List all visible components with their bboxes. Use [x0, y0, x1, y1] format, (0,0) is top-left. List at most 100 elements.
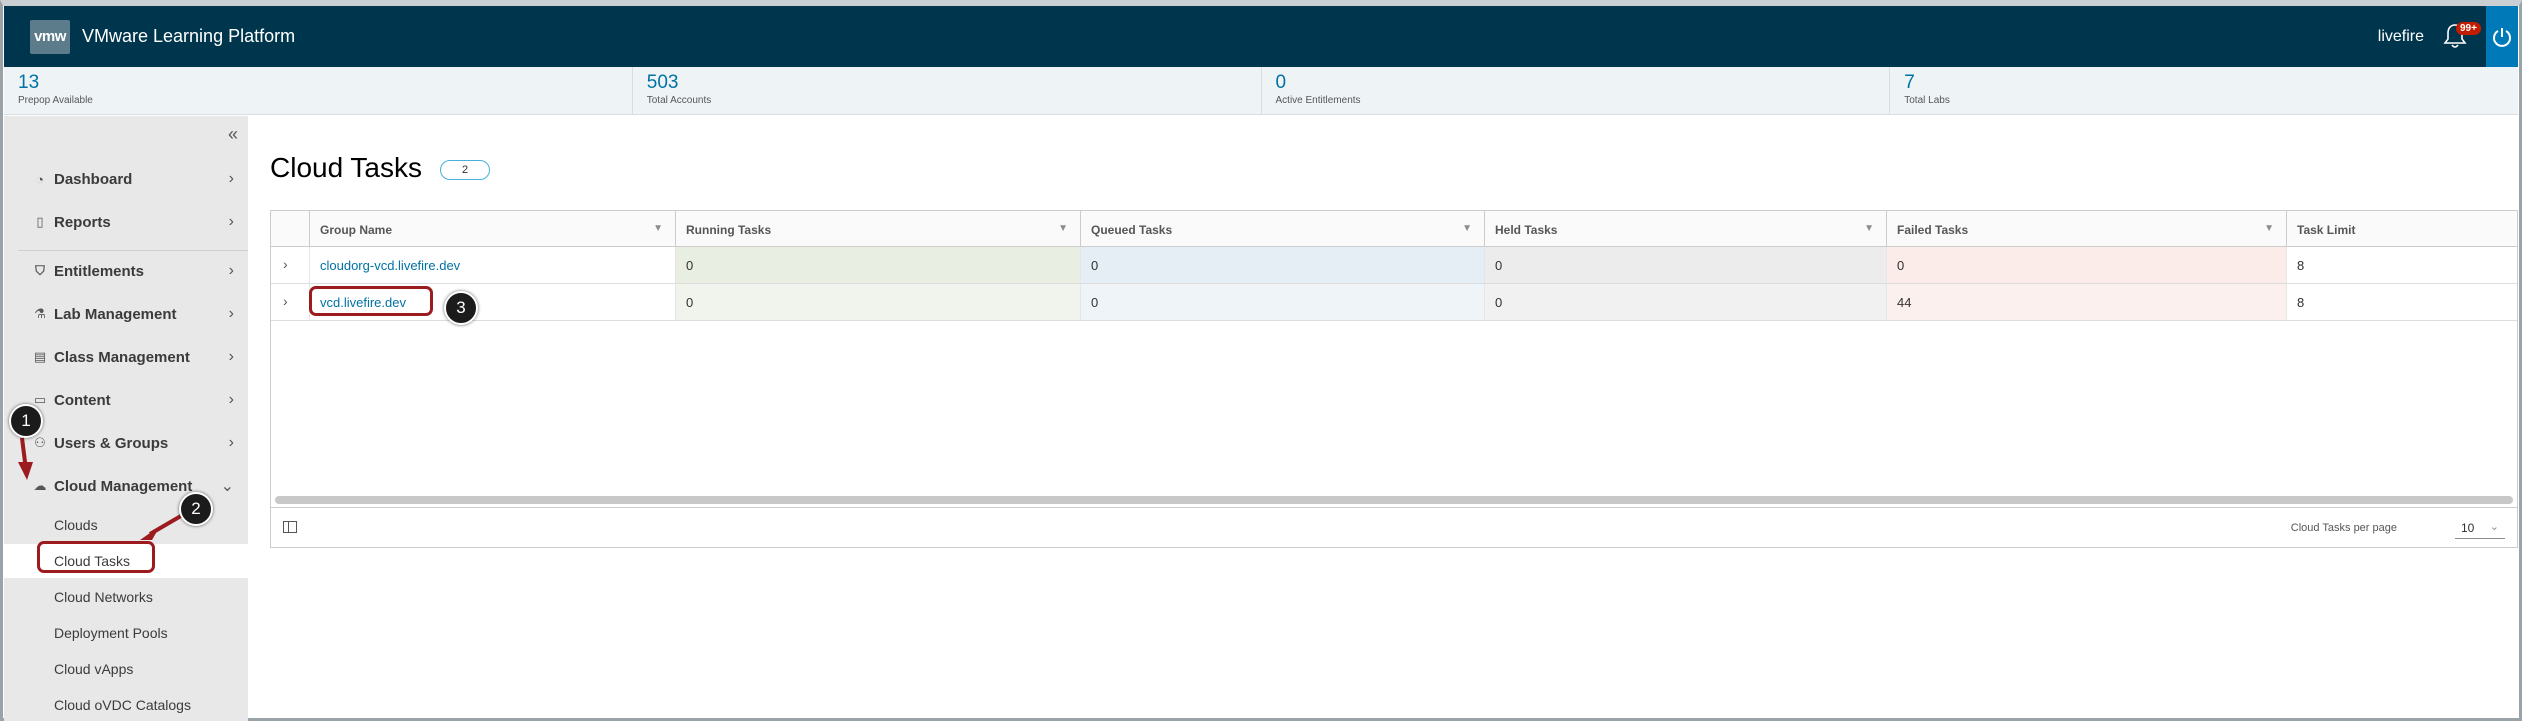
sidebar-item-label: Class Management	[54, 348, 190, 366]
running-tasks-cell: 0	[675, 284, 1080, 320]
column-header-held-tasks[interactable]: Held Tasks ▼	[1484, 211, 1886, 247]
per-page-value: 10	[2461, 521, 2475, 535]
count-badge: 2	[440, 160, 490, 180]
notifications-button[interactable]: 99+	[2442, 21, 2481, 52]
power-icon	[2493, 27, 2511, 47]
held-tasks-cell: 0	[1484, 284, 1886, 320]
sidebar-item-label: Reports	[54, 213, 111, 231]
sidebar-item-label: Lab Management	[54, 305, 177, 323]
sidebar-item-label: Entitlements	[54, 262, 145, 280]
document-icon: ▯	[36, 214, 44, 229]
column-header-group-name[interactable]: Group Name ▼	[309, 211, 675, 247]
stat-value: 503	[646, 72, 679, 93]
subitem-label: Deployment Pools	[54, 625, 168, 641]
row-expand-icon[interactable]: ›	[271, 247, 309, 283]
username[interactable]: livefire	[2378, 28, 2424, 46]
column-header-running-tasks[interactable]: Running Tasks ▼	[675, 211, 1080, 247]
clipboard-icon: ▤	[33, 349, 47, 364]
horizontal-scrollbar[interactable]	[275, 496, 2513, 504]
queued-tasks-cell: 0	[1080, 247, 1484, 283]
chevron-right-icon: ›	[228, 348, 234, 365]
sidebar-item-label: Content	[54, 391, 111, 409]
stat-label: Total Accounts	[646, 95, 712, 106]
shield-check-icon: ⛉	[35, 263, 45, 278]
column-label: Group Name	[320, 223, 393, 237]
main-content: Cloud Tasks 2 Group Name ▼ Running Tasks…	[270, 116, 2518, 721]
filter-icon[interactable]: ▼	[653, 223, 663, 234]
group-name-cell: cloudorg-vcd.livefire.dev	[309, 247, 675, 283]
power-button[interactable]	[2486, 6, 2518, 67]
cloud-tasks-datagrid: Group Name ▼ Running Tasks ▼ Queued Task…	[270, 210, 2518, 548]
stat-labs: 7 Total Labs	[1890, 67, 2518, 114]
sidebar-item-label: Dashboard	[54, 170, 133, 188]
held-tasks-cell: 0	[1484, 247, 1886, 283]
filter-icon[interactable]: ▼	[2264, 223, 2274, 234]
dashboard-icon: ◔	[36, 171, 44, 187]
sidebar-item-dashboard[interactable]: ◔ Dashboard ›	[4, 159, 248, 199]
grid-footer: Cloud Tasks per page 10 ⌄	[271, 507, 2517, 547]
column-header-queued-tasks[interactable]: Queued Tasks ▼	[1080, 211, 1484, 247]
chevron-right-icon: ›	[228, 305, 234, 322]
sidebar-subitem-cloud-vapps[interactable]: Cloud vApps	[4, 652, 248, 686]
table-row[interactable]: › cloudorg-vcd.livefire.dev 0 0 0 0 8	[271, 247, 2517, 284]
header-actions: livefire 99+	[2378, 6, 2518, 67]
column-header-task-limit[interactable]: Task Limit	[2286, 211, 2517, 247]
step-callout-1: 1	[9, 404, 43, 438]
sidebar-item-entitlements[interactable]: ⛉ Entitlements ›	[4, 251, 248, 291]
sidebar-subitem-deployment-pools[interactable]: Deployment Pools	[4, 616, 248, 650]
sidebar-item-cloud-management[interactable]: ☁ Cloud Management ⌄	[4, 466, 248, 506]
top-header: vmw VMware Learning Platform livefire 99…	[4, 6, 2518, 67]
column-label: Queued Tasks	[1091, 223, 1173, 237]
task-limit-cell: 8	[2286, 247, 2517, 283]
chevron-right-icon: ›	[228, 391, 234, 408]
subitem-label: Cloud Networks	[54, 589, 153, 605]
row-expand-icon[interactable]: ›	[271, 284, 309, 320]
chevron-down-icon: ⌄	[2489, 521, 2499, 533]
filter-icon[interactable]: ▼	[1058, 223, 1068, 234]
sidebar-subitem-cloud-networks[interactable]: Cloud Networks	[4, 580, 248, 614]
column-label: Running Tasks	[686, 223, 772, 237]
subitem-label: Clouds	[54, 517, 98, 533]
chevron-right-icon: ›	[228, 262, 234, 279]
per-page-label: Cloud Tasks per page	[2290, 522, 2397, 534]
per-page-select[interactable]: 10 ⌄	[2455, 517, 2505, 539]
group-name-link[interactable]: cloudorg-vcd.livefire.dev	[320, 258, 460, 273]
collapse-sidebar-icon[interactable]: «	[228, 124, 238, 145]
step-callout-2: 2	[179, 492, 213, 526]
sidebar-subitem-cloud-ovdc-catalogs[interactable]: Cloud oVDC Catalogs	[4, 688, 248, 721]
sidebar-item-label: Cloud Management	[54, 477, 193, 495]
chevron-right-icon: ›	[228, 434, 234, 451]
highlight-cloud-tasks	[37, 541, 155, 573]
table-row[interactable]: › vcd.livefire.dev 0 0 0 44 8	[271, 284, 2517, 321]
subitem-label: Cloud vApps	[54, 661, 134, 677]
filter-icon[interactable]: ▼	[1864, 223, 1874, 234]
sidebar-item-class-management[interactable]: ▤ Class Management ›	[4, 337, 248, 377]
column-header-failed-tasks[interactable]: Failed Tasks ▼	[1886, 211, 2286, 247]
stats-bar: 13 Prepop Available 503 Total Accounts 0…	[4, 67, 2518, 115]
stat-entitlements: 0 Active Entitlements	[1262, 67, 1891, 114]
users-icon: ⚇	[34, 435, 46, 450]
page-title: Cloud Tasks	[270, 152, 423, 183]
highlight-vcd-group	[309, 286, 433, 316]
stat-value: 7	[1904, 72, 1915, 93]
column-label: Failed Tasks	[1897, 223, 1969, 237]
flask-icon: ⚗	[34, 306, 46, 321]
step-callout-3: 3	[444, 291, 478, 325]
expander-column-header	[271, 211, 309, 247]
filter-icon[interactable]: ▼	[1462, 223, 1472, 234]
chevron-right-icon: ›	[228, 213, 234, 230]
stat-value: 13	[18, 72, 40, 93]
running-tasks-cell: 0	[675, 247, 1080, 283]
notification-badge: 99+	[2456, 21, 2481, 35]
cloud-icon: ☁	[33, 478, 47, 493]
stat-value: 0	[1275, 72, 1287, 93]
task-limit-cell: 8	[2286, 284, 2517, 320]
column-toggle-icon[interactable]	[283, 521, 297, 533]
sidebar-item-lab-management[interactable]: ⚗ Lab Management ›	[4, 294, 248, 334]
stat-label: Active Entitlements	[1275, 95, 1361, 106]
stat-prepop: 13 Prepop Available	[4, 67, 633, 114]
stat-accounts: 503 Total Accounts	[633, 67, 1262, 114]
grid-header: Group Name ▼ Running Tasks ▼ Queued Task…	[271, 211, 2517, 247]
chevron-down-icon: ⌄	[220, 478, 234, 495]
sidebar-item-reports[interactable]: ▯ Reports ›	[4, 202, 248, 242]
